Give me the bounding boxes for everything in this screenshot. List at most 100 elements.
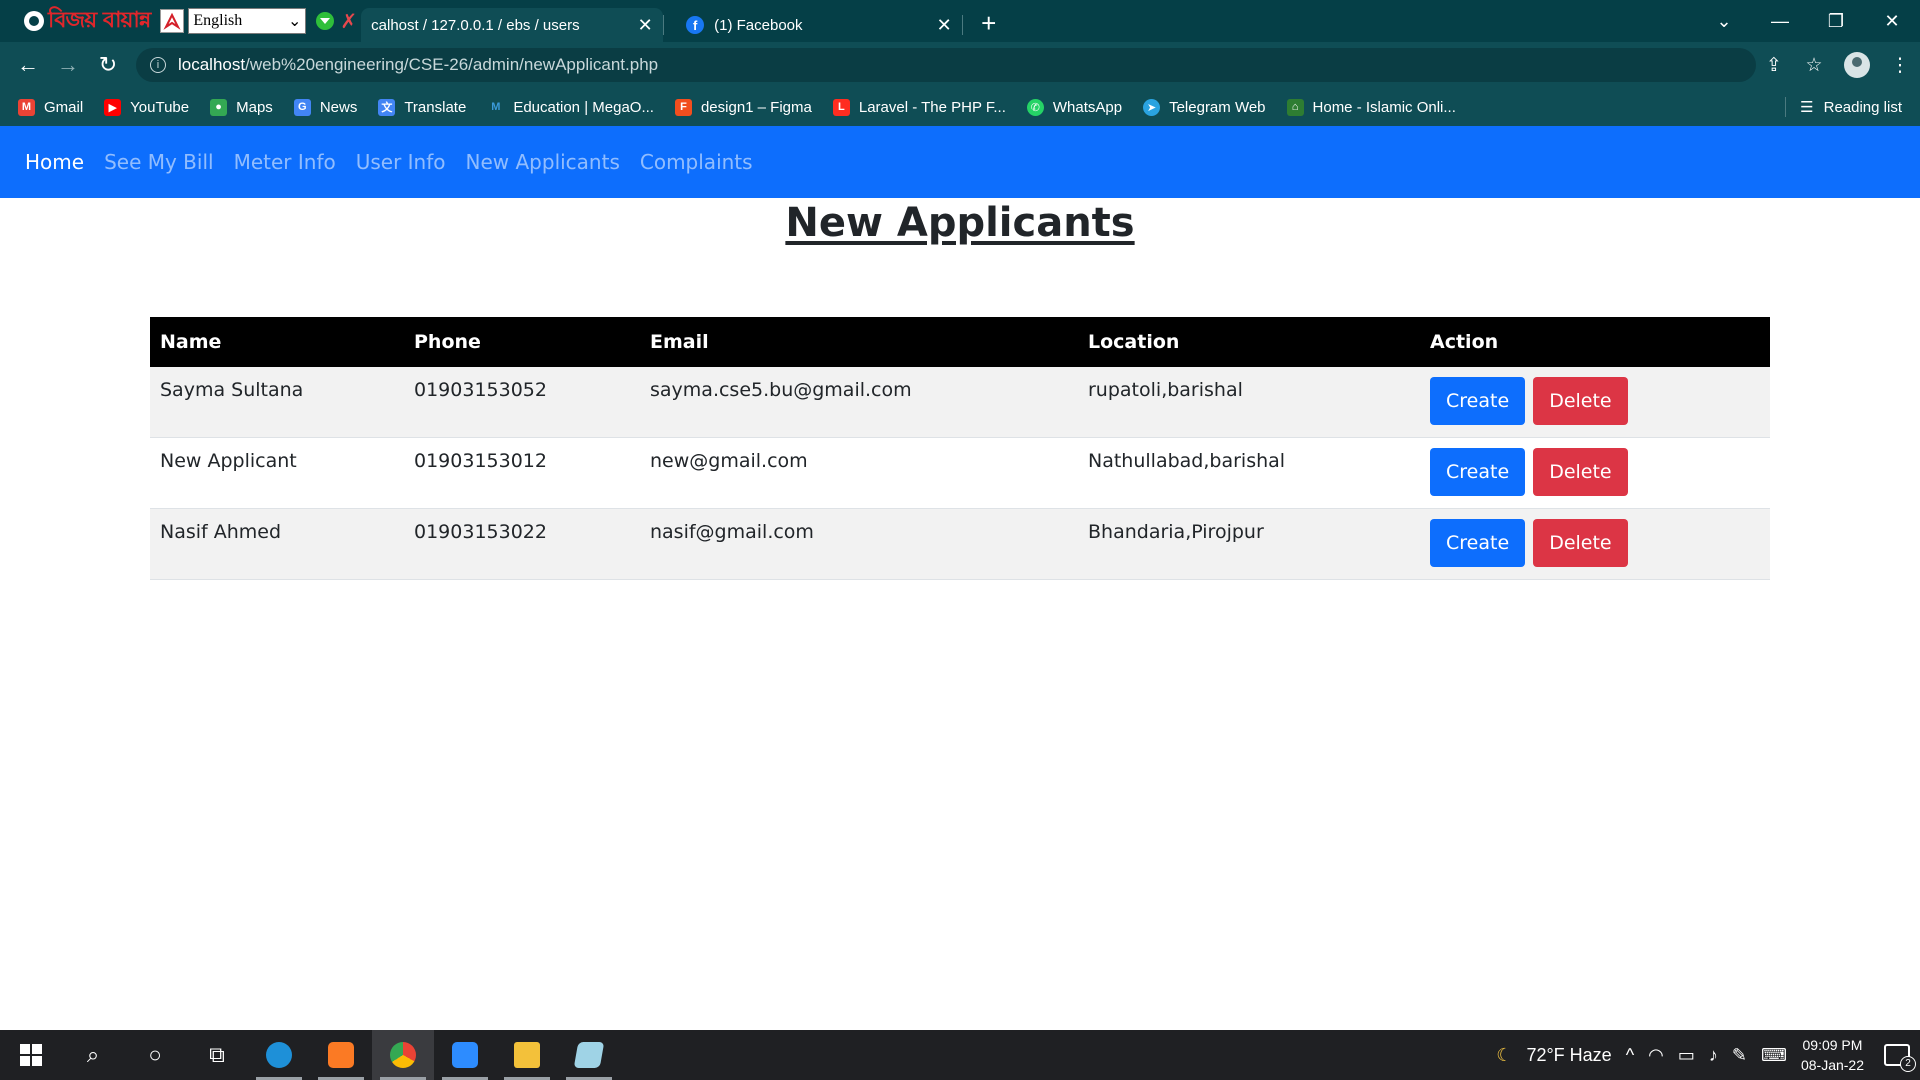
- bookmark-megaonline[interactable]: M Education | MegaO...: [487, 99, 654, 116]
- telegram-icon: ➤: [1143, 98, 1161, 116]
- tab-separator: [962, 15, 964, 35]
- bookmarks-bar: M Gmail ▶ YouTube ● Maps G News 文 Transl…: [0, 88, 1920, 126]
- keyboard-icon[interactable]: ⌨: [1761, 1045, 1787, 1066]
- cell-name: New Applicant: [160, 450, 297, 472]
- create-button[interactable]: Create: [1430, 448, 1526, 496]
- share-icon[interactable]: ⇪: [1754, 54, 1794, 77]
- close-x-icon[interactable]: ✗: [340, 9, 357, 34]
- tab-facebook[interactable]: f (1) Facebook ✕: [664, 8, 962, 42]
- minimize-icon[interactable]: —: [1752, 11, 1808, 32]
- cell-action: Create Delete: [1420, 367, 1770, 438]
- pen-icon[interactable]: ✎: [1732, 1045, 1747, 1066]
- clock-date: 08-Jan-22: [1800, 1057, 1864, 1073]
- taskbar-file-explorer[interactable]: [496, 1030, 558, 1080]
- new-tab-plus-icon[interactable]: +: [981, 8, 1005, 39]
- xampp-icon: [328, 1042, 354, 1068]
- reading-list-separator: [1785, 97, 1787, 117]
- taskbar-edge[interactable]: [248, 1030, 310, 1080]
- tab-close-icon[interactable]: ✕: [936, 15, 952, 36]
- nav-link-meter-info[interactable]: Meter Info: [234, 150, 336, 174]
- create-button[interactable]: Create: [1430, 519, 1526, 567]
- chrome-icon: [390, 1042, 416, 1068]
- bookmark-figma[interactable]: F design1 – Figma: [674, 98, 812, 116]
- cell-name: Nasif Ahmed: [160, 521, 282, 543]
- cell-email: nasif@gmail.com: [650, 521, 814, 543]
- delete-button[interactable]: Delete: [1533, 448, 1628, 496]
- bookmark-label: Translate: [404, 98, 467, 116]
- bookmark-translate[interactable]: 文 Translate: [378, 98, 467, 116]
- tab-search-chevron-icon[interactable]: ⌄: [1696, 11, 1752, 32]
- reading-list-button[interactable]: ☰ Reading list: [1785, 88, 1902, 126]
- bookmark-star-icon[interactable]: ☆: [1794, 54, 1834, 77]
- notes-app-icon: [573, 1042, 605, 1068]
- acrobat-icon[interactable]: [160, 9, 185, 33]
- bookmark-news[interactable]: G News: [293, 98, 358, 116]
- create-button[interactable]: Create: [1430, 377, 1526, 425]
- notification-center-icon[interactable]: 2: [1884, 1044, 1916, 1072]
- translate-icon: 文: [378, 98, 396, 116]
- nav-link-new-applicants[interactable]: New Applicants: [466, 150, 620, 174]
- language-select[interactable]: English ⌄: [188, 8, 307, 34]
- tab-close-icon[interactable]: ✕: [637, 15, 653, 36]
- search-icon[interactable]: ⌕: [62, 1030, 124, 1080]
- clock[interactable]: 09:09 PM 08-Jan-22: [1801, 1035, 1864, 1075]
- taskbar-chrome[interactable]: [372, 1030, 434, 1080]
- window-close-icon[interactable]: ✕: [1864, 11, 1920, 32]
- bookmark-telegram[interactable]: ➤ Telegram Web: [1143, 98, 1266, 116]
- nav-link-see-my-bill[interactable]: See My Bill: [104, 150, 214, 174]
- wifi-icon[interactable]: ◠: [1648, 1045, 1664, 1066]
- page-title: New Applicants: [785, 200, 1135, 246]
- cell-action: Create Delete: [1420, 509, 1770, 580]
- url-input[interactable]: i localhost /web%20engineering/CSE-26/ad…: [136, 48, 1756, 82]
- bookmark-islamic-online[interactable]: ⌂ Home - Islamic Onli...: [1286, 98, 1456, 116]
- table-row: Sayma Sultana 01903153052 sayma.cse5.bu@…: [150, 367, 1770, 438]
- taskbar-zoom[interactable]: [434, 1030, 496, 1080]
- bookmark-maps[interactable]: ● Maps: [210, 98, 273, 116]
- task-view-icon[interactable]: ⧉: [186, 1030, 248, 1080]
- nav-link-home[interactable]: Home: [25, 150, 84, 174]
- cell-location: Nathullabad,barishal: [1088, 450, 1286, 472]
- back-arrow-icon[interactable]: ←: [8, 52, 48, 78]
- bookmark-label: News: [319, 98, 358, 116]
- cell-phone: 01903153052: [414, 379, 547, 401]
- language-value: English: [193, 12, 243, 29]
- restore-icon[interactable]: ❐: [1808, 11, 1864, 32]
- tab-phpmyadmin[interactable]: calhost / 127.0.0.1 / ebs / users ✕: [361, 8, 664, 42]
- forward-arrow-icon[interactable]: →: [48, 52, 88, 78]
- bookmark-laravel[interactable]: L Laravel - The PHP F...: [832, 98, 1006, 116]
- profile-avatar[interactable]: [1844, 52, 1870, 78]
- column-header-location: Location: [1078, 317, 1420, 367]
- browser-titlebar: বিজয় বায়ান্ন English ⌄ ✗ calhost / 127…: [0, 0, 1920, 42]
- start-button[interactable]: [0, 1030, 62, 1080]
- delete-button[interactable]: Delete: [1533, 519, 1628, 567]
- bookmark-whatsapp[interactable]: ✆ WhatsApp: [1026, 98, 1122, 116]
- nav-link-complaints[interactable]: Complaints: [640, 150, 753, 174]
- globe-icon[interactable]: [24, 11, 44, 31]
- cell-action: Create Delete: [1420, 438, 1770, 509]
- reload-icon[interactable]: ↻: [88, 52, 128, 78]
- cortana-icon[interactable]: ○: [124, 1030, 186, 1080]
- delete-button[interactable]: Delete: [1533, 377, 1628, 425]
- system-tray: ☾ 72°F Haze ^ ◠ ▭ ♪ ✎ ⌨ 09:09 PM 08-Jan-…: [1496, 1030, 1920, 1080]
- laravel-icon: L: [832, 98, 850, 116]
- site-info-icon[interactable]: i: [150, 57, 166, 73]
- bookmark-youtube[interactable]: ▶ YouTube: [104, 98, 189, 116]
- volume-icon[interactable]: ♪: [1709, 1045, 1718, 1066]
- download-icon[interactable]: [316, 12, 335, 30]
- cell-email: new@gmail.com: [650, 450, 808, 472]
- weather-text[interactable]: 72°F Haze: [1526, 1045, 1611, 1066]
- reading-list-icon: ☰: [1800, 99, 1814, 116]
- more-menu-icon[interactable]: ⋮: [1880, 54, 1920, 77]
- taskbar-app[interactable]: [558, 1030, 620, 1080]
- bookmark-label: Home - Islamic Onli...: [1312, 98, 1456, 116]
- chevron-up-icon[interactable]: ^: [1626, 1045, 1634, 1066]
- table-row: Nasif Ahmed 01903153022 nasif@gmail.com …: [150, 508, 1770, 580]
- battery-icon[interactable]: ▭: [1678, 1045, 1695, 1066]
- figma-icon: F: [674, 98, 692, 116]
- bookmark-gmail[interactable]: M Gmail: [18, 98, 83, 116]
- nav-link-user-info[interactable]: User Info: [356, 150, 446, 174]
- taskbar-xampp[interactable]: [310, 1030, 372, 1080]
- keyboard-overlay-tool: বিজয় বায়ান্ন English ⌄ ✗: [0, 0, 361, 42]
- notification-count: 2: [1900, 1056, 1916, 1072]
- cell-name: Sayma Sultana: [160, 379, 304, 401]
